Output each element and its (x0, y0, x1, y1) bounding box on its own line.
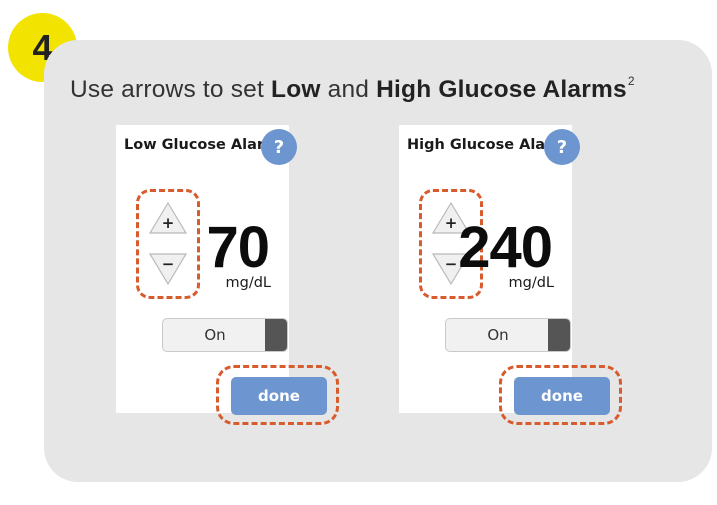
help-button[interactable]: ? (544, 129, 580, 165)
panel-title: Low Glucose Alarm (124, 137, 280, 153)
increase-arrow-button[interactable]: + (148, 201, 188, 237)
minus-icon: − (162, 255, 175, 273)
instruction-footnote: 2 (627, 74, 635, 88)
instruction-high: High Glucose Alarms (376, 76, 627, 103)
help-icon: ? (556, 136, 568, 158)
alarm-toggle[interactable]: On (162, 318, 288, 352)
arrow-controls-highlight: + − (136, 189, 200, 299)
done-button[interactable]: done (231, 377, 327, 415)
alarm-unit: mg/dL (508, 275, 555, 291)
toggle-knob (548, 319, 570, 351)
alarm-value: 70 (206, 215, 270, 280)
done-button-highlight: done (216, 365, 339, 425)
alarm-toggle[interactable]: On (445, 318, 571, 352)
decrease-arrow-button[interactable]: − (148, 250, 188, 286)
alarm-unit: mg/dL (225, 275, 272, 291)
instruction-prefix: Use arrows to set (70, 76, 272, 103)
help-button[interactable]: ? (261, 129, 297, 165)
help-icon: ? (273, 136, 285, 158)
toggle-label: On (204, 326, 226, 344)
done-button-highlight: done (499, 365, 622, 425)
done-button[interactable]: done (514, 377, 610, 415)
instruction-middle: and (320, 76, 377, 103)
plus-icon: + (445, 214, 458, 232)
toggle-knob (265, 319, 287, 351)
toggle-label: On (487, 326, 509, 344)
instruction-low: Low (271, 76, 321, 103)
minus-icon: − (445, 255, 458, 273)
alarm-value: 240 (458, 215, 553, 280)
instruction-text: Use arrows to set Low and High Glucose A… (70, 74, 710, 104)
low-glucose-alarm-screen: Low Glucose Alarm ? + − 70 mg/dL On done (116, 125, 339, 425)
plus-icon: + (162, 214, 175, 232)
high-glucose-alarm-screen: High Glucose Alarm ? + − 240 mg/dL On do… (399, 125, 622, 425)
